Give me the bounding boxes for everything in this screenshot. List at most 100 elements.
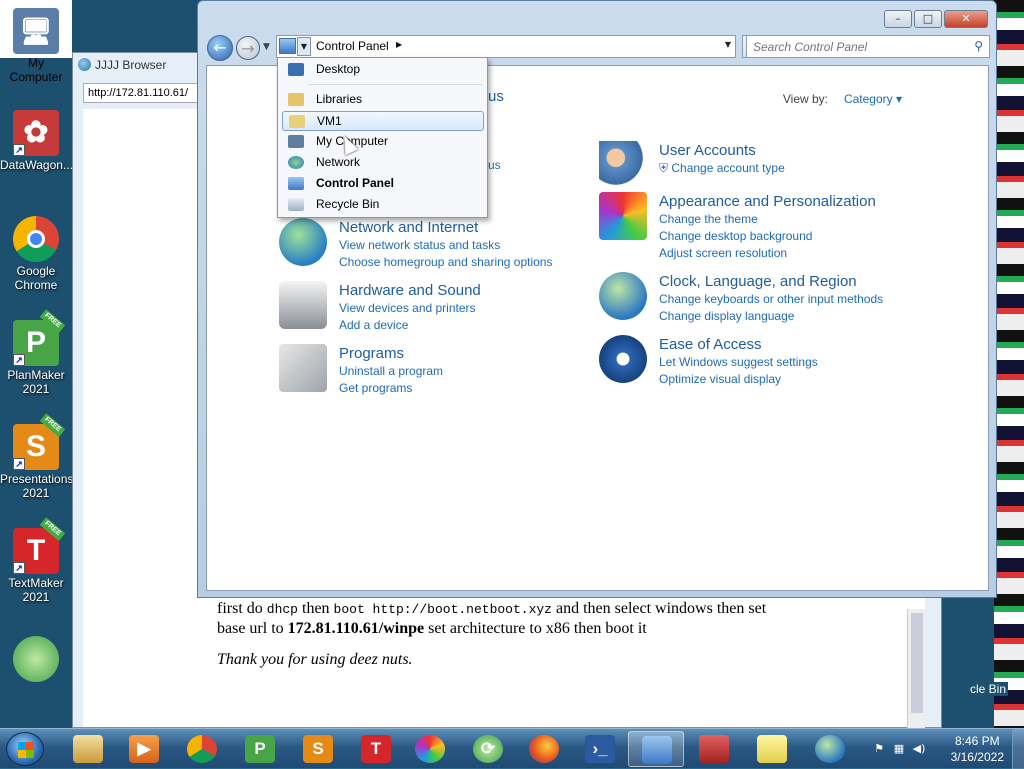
category-network-and-internet: Network and Internet View network status… xyxy=(279,218,552,271)
taskbar-powershell[interactable]: ›_ xyxy=(572,731,628,767)
window-caption-buttons: – □ ✕ xyxy=(884,10,988,28)
search-box[interactable]: ⚲ xyxy=(746,35,990,58)
menu-item-control-panel[interactable]: Control Panel xyxy=(282,174,484,194)
planmaker-icon: P xyxy=(245,735,275,763)
desktop-icon-label: DataWagon... xyxy=(0,158,73,172)
control-panel-icon xyxy=(642,736,672,764)
category-link[interactable]: Optimize visual display xyxy=(659,371,818,388)
recycle-bin-icon xyxy=(288,198,304,211)
taskbar-planmaker[interactable]: P xyxy=(232,731,288,767)
menu-item-desktop[interactable]: Desktop xyxy=(282,60,484,80)
taskbar-jjjj-browser[interactable] xyxy=(802,731,858,767)
category-link[interactable]: Change the theme xyxy=(659,211,876,228)
shortcut-arrow-icon: ↗ xyxy=(13,144,25,156)
pinwheel-icon xyxy=(415,735,445,763)
taskbar-toolbox[interactable] xyxy=(686,731,742,767)
control-panel-icon xyxy=(288,177,304,190)
user-folder-icon xyxy=(289,115,305,128)
menu-item-my-computer[interactable]: My Computer xyxy=(282,132,484,152)
taskbar-control-panel[interactable] xyxy=(628,731,684,767)
category-link[interactable]: Change desktop background xyxy=(659,228,876,245)
refresh-app-icon xyxy=(13,636,59,682)
category-title[interactable]: Ease of Access xyxy=(659,335,818,354)
network-tray-icon[interactable]: ▦ xyxy=(892,742,906,756)
forward-button[interactable]: → xyxy=(236,36,260,60)
address-history-dropdown-icon[interactable]: ▼ xyxy=(725,40,731,49)
show-desktop-button[interactable] xyxy=(1012,729,1024,769)
breadcrumb-control-panel[interactable]: Control Panel xyxy=(316,39,389,53)
menu-item-recycle-bin[interactable]: Recycle Bin xyxy=(282,195,484,215)
refresh-app-icon: ⟳ xyxy=(473,735,503,763)
shortcut-arrow-icon: ↗ xyxy=(13,562,25,574)
category-link[interactable]: Change display language xyxy=(659,308,883,325)
recent-pages-dropdown-icon[interactable]: ▼ xyxy=(263,42,270,52)
menu-item-network[interactable]: Network xyxy=(282,153,484,173)
close-button[interactable]: ✕ xyxy=(944,10,988,28)
desktop-icon-label: TextMaker 2021 xyxy=(8,576,64,604)
desktop-icon-datawagon[interactable]: ✿ ↗ DataWagon... xyxy=(0,110,73,172)
category-link[interactable]: Let Windows suggest settings xyxy=(659,354,818,371)
menu-item-vm1[interactable]: VM1 xyxy=(282,111,484,131)
taskbar-media-player[interactable]: ▶ xyxy=(116,731,172,767)
category-link[interactable]: Get programs xyxy=(339,380,443,397)
ease-of-access-icon xyxy=(599,335,647,383)
view-by-label: View by: xyxy=(782,92,828,106)
taskbar-photo-app[interactable] xyxy=(402,731,458,767)
desktop-icon-update[interactable] xyxy=(0,636,72,684)
desktop-icon-google-chrome[interactable]: Google Chrome xyxy=(0,216,72,292)
menu-item-libraries[interactable]: Libraries xyxy=(282,90,484,110)
scrollbar-thumb[interactable] xyxy=(911,613,923,713)
category-title[interactable]: Network and Internet xyxy=(339,218,552,237)
desktop-icon-presentations[interactable]: S FREE ↗ Presentations 2021 xyxy=(0,413,74,500)
clock[interactable]: 8:46 PM 3/16/2022 xyxy=(951,733,1004,765)
category-title[interactable]: Programs xyxy=(339,344,443,363)
taskbar-chrome[interactable] xyxy=(174,731,230,767)
clock-globe-icon xyxy=(599,272,647,320)
category-title[interactable]: Clock, Language, and Region xyxy=(659,272,883,291)
search-icon[interactable]: ⚲ xyxy=(974,39,983,53)
action-center-flag-icon[interactable]: ⚑ xyxy=(872,742,886,756)
volume-icon[interactable]: ◀) xyxy=(912,742,926,756)
category-programs: Programs Uninstall a program Get program… xyxy=(279,344,443,397)
back-button[interactable]: ← xyxy=(207,35,233,61)
view-by-dropdown[interactable]: Category ▾ xyxy=(844,92,902,106)
search-input[interactable] xyxy=(747,36,957,57)
desktop-icon-label: Presentations 2021 xyxy=(0,472,74,500)
taskbar-textmaker[interactable]: T xyxy=(348,731,404,767)
hidden-link-fragment[interactable]: us xyxy=(488,158,501,172)
category-link[interactable]: Uninstall a program xyxy=(339,363,443,380)
taskbar-update-app[interactable]: ⟳ xyxy=(460,731,516,767)
recycle-bin-desktop-label[interactable]: cle Bin xyxy=(968,682,1009,696)
desktop-icon-planmaker[interactable]: P FREE ↗ PlanMaker 2021 xyxy=(0,309,72,396)
category-title[interactable]: Hardware and Sound xyxy=(339,281,481,300)
taskbar-explorer[interactable] xyxy=(60,731,116,767)
location-dropdown-menu: Desktop Libraries VM1 My Computer Networ… xyxy=(277,57,488,218)
taskbar-presentations[interactable]: S xyxy=(290,731,346,767)
computer-icon xyxy=(288,135,304,148)
category-hardware-and-sound: Hardware and Sound View devices and prin… xyxy=(279,281,481,334)
taskbar-firefox[interactable] xyxy=(516,731,572,767)
category-link[interactable]: Add a device xyxy=(339,317,481,334)
location-dropdown-button[interactable]: ▼ xyxy=(297,37,311,56)
category-link[interactable]: View network status and tasks xyxy=(339,237,552,254)
minimize-button[interactable]: – xyxy=(884,10,912,28)
page-scrollbar[interactable] xyxy=(907,609,925,729)
category-title[interactable]: Appearance and Personalization xyxy=(659,192,876,211)
category-link[interactable]: ⛨ Change account type xyxy=(659,160,785,177)
category-title[interactable]: User Accounts xyxy=(659,141,785,160)
address-bar[interactable]: ▼ Control Panel ▶ ▼ xyxy=(276,35,736,58)
desktop-icon-textmaker[interactable]: T FREE ↗ TextMaker 2021 xyxy=(0,517,72,604)
desktop-glitch-right xyxy=(994,0,1024,728)
presentations-icon: S FREE ↗ xyxy=(13,413,66,470)
category-link[interactable]: View devices and printers xyxy=(339,300,481,317)
desktop-icon-my-computer[interactable]: 🖥 My Computer xyxy=(0,8,72,84)
category-link[interactable]: Adjust screen resolution xyxy=(659,245,876,262)
taskbar-sticky-notes[interactable] xyxy=(744,731,800,767)
category-link[interactable]: Change keyboards or other input methods xyxy=(659,291,883,308)
firefox-icon xyxy=(529,735,559,763)
breadcrumb-chevron-icon[interactable]: ▶ xyxy=(396,40,402,49)
category-link[interactable]: Choose homegroup and sharing options xyxy=(339,254,552,271)
start-button[interactable] xyxy=(6,732,44,766)
globe-icon xyxy=(78,58,91,71)
maximize-button[interactable]: □ xyxy=(914,10,942,28)
